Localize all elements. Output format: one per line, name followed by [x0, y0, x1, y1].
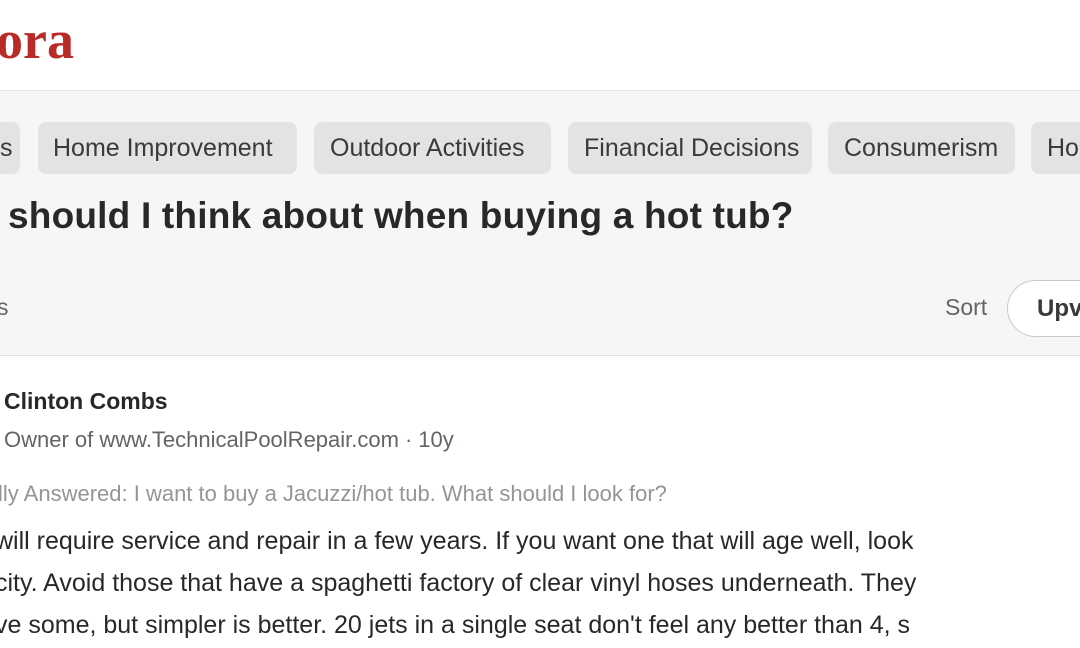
- answer-timestamp[interactable]: 10y: [418, 427, 453, 452]
- question-title[interactable]: should I think about when buying a hot t…: [8, 195, 794, 237]
- topic-tag[interactable]: Ho: [1031, 122, 1080, 174]
- topic-tag-consumerism[interactable]: Consumerism: [828, 122, 1015, 174]
- answers-count: s: [0, 294, 9, 320]
- sort-dropdown-button[interactable]: Upv: [1007, 280, 1080, 337]
- answer-line: will require service and repair in a few…: [0, 527, 914, 555]
- answer-card: Clinton Combs Owner of www.TechnicalPool…: [0, 356, 1080, 648]
- meta-separator: ·: [404, 427, 413, 452]
- top-header: ora: [0, 0, 1080, 91]
- question-area: s Home Improvement Outdoor Activities Fi…: [0, 91, 1080, 356]
- answer-body: will require service and repair in a few…: [0, 520, 1080, 646]
- topic-tag-outdoor-activities[interactable]: Outdoor Activities: [314, 122, 551, 174]
- quora-logo[interactable]: ora: [0, 8, 74, 72]
- topic-tag-home-improvement[interactable]: Home Improvement: [38, 122, 297, 174]
- author-name[interactable]: Clinton Combs: [4, 388, 168, 415]
- author-meta: Owner of www.TechnicalPoolRepair.com · 10y: [4, 427, 454, 453]
- answer-line: ve some, but simpler is better. 20 jets …: [0, 611, 911, 639]
- sort-label: Sort: [945, 294, 988, 320]
- topic-tag[interactable]: s: [0, 122, 20, 174]
- topic-tag-financial-decisions[interactable]: Financial Decisions: [568, 122, 812, 174]
- author-credential[interactable]: Owner of www.TechnicalPoolRepair.com: [4, 427, 399, 452]
- quora-page: ora s Home Improvement Outdoor Activitie…: [0, 0, 1080, 648]
- answer-line: city. Avoid those that have a spaghetti …: [0, 569, 917, 597]
- originally-answered-link[interactable]: lly Answered: I want to buy a Jacuzzi/ho…: [0, 481, 667, 507]
- topic-tags: s Home Improvement Outdoor Activities Fi…: [0, 122, 1080, 174]
